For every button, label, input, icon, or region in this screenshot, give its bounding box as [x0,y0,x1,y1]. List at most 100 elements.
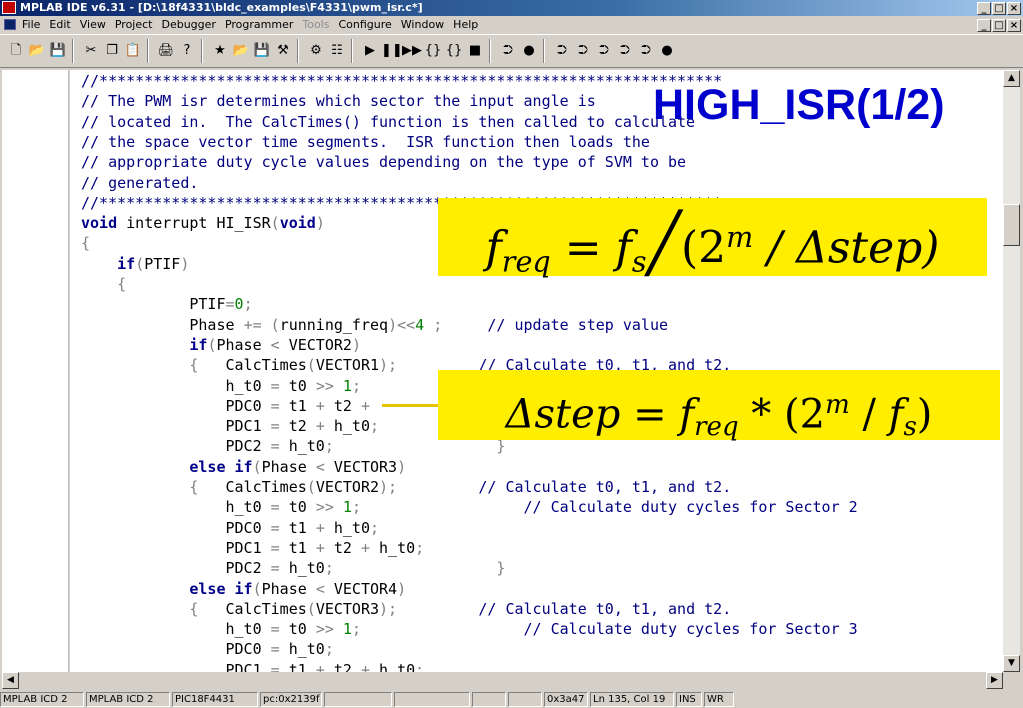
save-project-icon[interactable]: 💾 [252,41,272,61]
animate-icon[interactable]: ▶▶ [402,41,422,61]
menu-edit[interactable]: Edit [49,18,70,31]
code-line[interactable]: { CalcTimes(VECTOR2); // Calculate t0, t… [81,477,731,497]
code-line[interactable]: //**************************************… [81,71,722,91]
horizontal-scrollbar[interactable]: ◀ ▶ [2,672,1003,689]
doc-restore-button[interactable]: □ [992,19,1006,32]
code-line[interactable]: PDC1 = t2 + h_t0; [81,416,379,436]
menu-debugger[interactable]: Debugger [161,18,215,31]
doc-minimize-button[interactable]: _ [977,19,991,32]
save-icon[interactable]: 💾 [48,41,68,61]
build-icon[interactable]: ⚒ [273,41,293,61]
release-icon[interactable]: ⮊ [636,41,656,61]
read-icon[interactable]: ⮊ [552,41,572,61]
doc-close-button[interactable]: × [1007,19,1021,32]
code-line[interactable]: // The PWM isr determines which sector t… [81,91,596,111]
document-icon[interactable] [4,19,16,30]
menu-tools[interactable]: Tools [302,18,329,31]
new-project-icon[interactable]: ★ [210,41,230,61]
code-token: Phase [261,579,316,598]
code-line[interactable]: h_t0 = t0 >> 1; // Calculate duty cycles… [81,497,858,517]
maximize-button[interactable]: □ [992,2,1006,15]
formula2-exp: m [825,390,850,420]
code-line[interactable]: PTIF=0; [81,294,252,314]
erase-icon[interactable]: ⮊ [594,41,614,61]
code-line[interactable]: { CalcTimes(VECTOR3); // Calculate t0, t… [81,599,731,619]
scroll-up-icon[interactable]: ▲ [1003,70,1020,87]
code-token: )<< [388,315,416,334]
code-line[interactable]: void interrupt HI_ISR(void) [81,213,325,233]
code-line[interactable]: PDC1 = t1 + t2 + h_t0; [81,660,424,672]
code-token: VECTOR2 [279,335,352,354]
menu-project[interactable]: Project [115,18,153,31]
code-line[interactable]: else if(Phase < VECTOR4) [81,579,406,599]
code-token: + [360,396,370,415]
menu-programmer[interactable]: Programmer [225,18,293,31]
code-line[interactable]: else if(Phase < VECTOR3) [81,457,406,477]
code-token: t1 [279,660,316,672]
frequency-formula: freq = fs╱(2m / Δstep) [438,198,987,278]
code-line[interactable]: h_t0 = t0 >> 1; // Calculate duty cycles… [81,619,857,639]
scroll-thumb[interactable] [1003,204,1020,246]
scroll-left-icon[interactable]: ◀ [2,672,19,689]
open-project-icon[interactable]: 📂 [231,41,251,61]
code-line[interactable]: PDC0 = h_t0; [81,639,333,659]
code-line[interactable]: { [81,233,90,253]
cut-icon[interactable]: ✂ [81,41,101,61]
menu-file[interactable]: File [22,18,40,31]
print-icon[interactable]: 🖨 [156,41,176,61]
help-icon[interactable]: ? [177,41,197,61]
code-line[interactable]: // appropriate duty cycle values dependi… [81,152,686,172]
run-icon[interactable]: ▶ [360,41,380,61]
menu-window[interactable]: Window [401,18,444,31]
program-icon[interactable]: ⮊ [498,41,518,61]
code-line[interactable]: PDC2 = h_t0; } [81,558,505,578]
copy-icon[interactable]: ❐ [102,41,122,61]
scroll-down-icon[interactable]: ▼ [1003,655,1020,672]
open-folder-icon[interactable]: 📂 [27,41,47,61]
mplab-app-icon[interactable] [2,1,16,14]
step-into-icon[interactable]: {} [423,41,443,61]
code-line[interactable]: // located in. The CalcTimes() function … [81,112,695,132]
verify-icon[interactable]: ⮊ [573,41,593,61]
menu-configure[interactable]: Configure [338,18,391,31]
make-icon[interactable]: ☷ [327,41,347,61]
settings-icon[interactable]: ● [519,41,539,61]
halt-icon[interactable]: ❚❚ [381,41,403,61]
menu-help[interactable]: Help [453,18,478,31]
new-file-icon[interactable]: 🗋 [6,41,26,61]
blank-check-icon[interactable]: ⮊ [615,41,635,61]
formula2-mul: * (2 [738,391,826,438]
code-line[interactable]: h_t0 = t0 >> 1; [81,376,360,396]
code-token: //**************************************… [81,72,723,90]
code-token: running_freq [279,315,389,334]
compile-icon[interactable]: ⚙ [306,41,326,61]
step-over-icon[interactable]: {} [444,41,464,61]
paste-icon[interactable]: 📋 [123,41,143,61]
vertical-scrollbar[interactable]: ▲ ▼ [1003,70,1020,672]
code-token: ; [324,437,334,456]
code-line[interactable]: PDC0 = t1 + h_t0; [81,518,379,538]
status-panel: MPLAB ICD 2 [86,692,170,707]
minimize-button[interactable]: _ [977,2,991,15]
code-token: = [270,396,280,415]
code-line[interactable]: PDC0 = t1 + t2 + [81,396,370,416]
code-token: 1 [342,498,352,517]
code-line[interactable]: Phase += (running_freq)<<4 ; // update s… [81,315,668,335]
code-line[interactable]: // generated. [81,173,198,193]
formula1-open: (2 [680,222,727,274]
code-line[interactable]: PDC1 = t1 + t2 + h_t0; [81,538,424,558]
code-line[interactable]: { [81,274,126,294]
reset-icon[interactable]: ■ [465,41,485,61]
code-token: // update step value [487,315,669,334]
scroll-right-icon[interactable]: ▶ [986,672,1003,689]
code-line[interactable]: if(PTIF) [81,254,189,274]
connect-icon[interactable]: ● [657,41,677,61]
menu-view[interactable]: View [80,18,106,31]
code-line[interactable]: // the space vector time segments. ISR f… [81,132,650,152]
code-line[interactable]: if(Phase < VECTOR2) [81,335,361,355]
close-button[interactable]: × [1007,2,1021,15]
code-token: // Calculate duty cycles for Sector 2 [360,498,858,517]
